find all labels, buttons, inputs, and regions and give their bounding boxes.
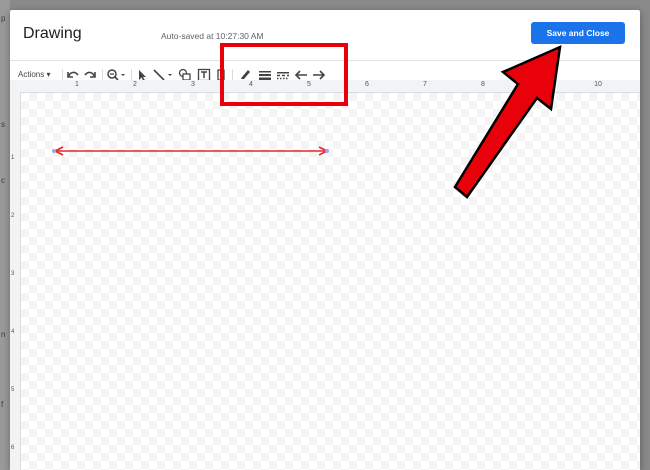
- ruler-mark: 10: [594, 81, 602, 88]
- ruler-mark: 2: [133, 81, 137, 88]
- drawing-canvas[interactable]: [21, 93, 640, 470]
- vruler-mark: 2: [11, 213, 15, 219]
- vruler-mark: 3: [11, 271, 15, 277]
- background-page-edge: p s c n f: [0, 0, 10, 470]
- ruler-mark: 9: [539, 81, 543, 88]
- vruler-mark: 6: [11, 445, 15, 451]
- vruler-mark: 4: [11, 329, 15, 335]
- annotation-highlight-box: [220, 43, 348, 106]
- ruler-mark: 1: [75, 81, 79, 88]
- autosave-status: Auto-saved at 10:27:30 AM: [161, 31, 264, 41]
- ruler-mark: 7: [423, 81, 427, 88]
- vruler-mark: 1: [11, 155, 15, 161]
- dialog-title: Drawing: [23, 25, 82, 42]
- ruler-mark: 8: [481, 81, 485, 88]
- ruler-mark: 6: [365, 81, 369, 88]
- vertical-ruler: 1 2 3 4 5 6: [10, 92, 21, 470]
- ruler-mark: 3: [191, 81, 195, 88]
- vruler-mark: 5: [11, 387, 15, 393]
- save-and-close-button[interactable]: Save and Close: [531, 22, 625, 44]
